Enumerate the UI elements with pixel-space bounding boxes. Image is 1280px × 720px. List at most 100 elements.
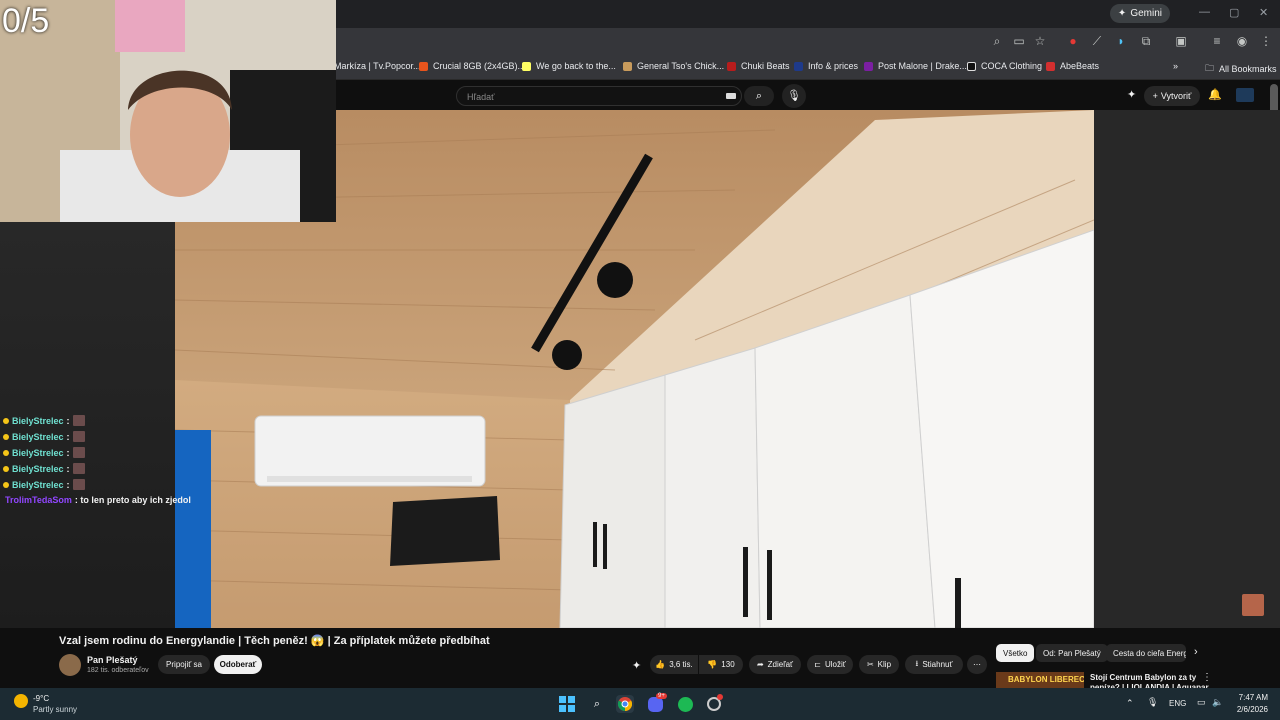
- bookmark-coca[interactable]: COCA Clothing: [967, 61, 1042, 71]
- voice-search-button[interactable]: 🎙: [782, 84, 806, 108]
- clip-button[interactable]: ✂ Klip: [859, 655, 899, 674]
- recommended-thumbnail[interactable]: BABYLON LIBEREC: [996, 672, 1084, 688]
- subscribe-button[interactable]: Odoberať: [214, 655, 262, 674]
- like-button[interactable]: 👍 3,6 tis.: [650, 655, 698, 674]
- search-input[interactable]: Hľadať: [456, 86, 742, 106]
- channel-avatar[interactable]: [59, 654, 81, 676]
- zoom-icon[interactable]: ⌕: [990, 34, 1004, 48]
- avatar[interactable]: [1236, 88, 1254, 102]
- bookmark-general-tso[interactable]: General Tso's Chick...: [623, 61, 724, 71]
- maximize-icon[interactable]: ▢: [1229, 6, 1239, 19]
- download-button[interactable]: ⭳ Stiahnuť: [905, 655, 963, 674]
- media-icon[interactable]: ≡: [1210, 34, 1224, 48]
- chrome-logo-icon: [618, 697, 632, 711]
- star-icon[interactable]: ☆: [1033, 34, 1047, 48]
- tray-chevron-icon[interactable]: ⌃: [1126, 698, 1134, 709]
- mic-tray-icon[interactable]: 🎙: [1147, 697, 1158, 708]
- bookmark-crucial[interactable]: Crucial 8GB (2x4GB)...: [419, 61, 525, 71]
- weather-temp[interactable]: -9°C: [33, 694, 49, 703]
- recipe-icon: [623, 61, 632, 71]
- chat-message: BielyStrelec :: [3, 479, 85, 490]
- bookmarks-overflow-icon[interactable]: »: [1173, 61, 1178, 71]
- chat-message: TrolimTedaSom : to len preto aby ich zje…: [5, 495, 191, 505]
- chat-user: BielyStrelec: [12, 431, 64, 442]
- search-taskbar-icon[interactable]: ⌕: [588, 695, 606, 713]
- menu-icon[interactable]: ⋮: [1259, 34, 1273, 48]
- recommended-menu-icon[interactable]: ⋮: [1202, 672, 1212, 683]
- join-button[interactable]: Pripojiť sa: [158, 655, 210, 674]
- chip-all[interactable]: Všetko: [996, 644, 1035, 662]
- profile-icon[interactable]: ◉: [1235, 34, 1249, 48]
- b-icon: [794, 61, 803, 71]
- ticket-icon: [864, 61, 873, 71]
- chip-related[interactable]: Cesta do cieľa Energ: [1106, 644, 1186, 662]
- windows-start-icon[interactable]: [558, 695, 576, 713]
- crucial-icon: [419, 61, 428, 71]
- plus-icon: +: [1152, 91, 1158, 101]
- recommended-title[interactable]: Stojí Centrum Babylon za ty: [1090, 673, 1196, 682]
- clock-date[interactable]: 2/6/2026: [1230, 705, 1268, 714]
- webcam-overlay: [0, 0, 336, 222]
- thumbs-up-icon: 👍: [655, 660, 666, 669]
- video-backdrop-right: [1094, 110, 1280, 628]
- minimize-icon[interactable]: —: [1199, 6, 1210, 18]
- download-icon: ⭳: [915, 658, 919, 668]
- chat-user: BielyStrelec: [12, 447, 64, 458]
- save-button[interactable]: ⊏ Uložiť: [807, 655, 853, 674]
- clock-time[interactable]: 7:47 AM: [1236, 693, 1268, 702]
- emote-icon: [72, 415, 85, 426]
- notification-dot: [717, 694, 723, 700]
- extension-icon[interactable]: ⟋: [1090, 34, 1104, 48]
- extension-red-icon[interactable]: ●: [1066, 34, 1080, 48]
- create-button[interactable]: + Vytvoriť: [1144, 86, 1200, 106]
- extension-blue-icon[interactable]: ◗: [1114, 34, 1128, 48]
- emote-icon: [72, 447, 85, 458]
- chat-user: BielyStrelec: [12, 415, 64, 426]
- ask-ai-icon[interactable]: ✦: [632, 659, 641, 672]
- video-title: Vzal jsem rodinu do Energylandie | Těch …: [59, 635, 490, 647]
- monitor-icon[interactable]: ▭: [1197, 697, 1206, 708]
- chat-text: :: [66, 463, 70, 474]
- chat-text: :: [66, 415, 70, 426]
- chevron-right-icon[interactable]: ›: [1194, 646, 1198, 658]
- puzzle-icon[interactable]: ⧉: [1139, 34, 1153, 48]
- spotify-icon[interactable]: [676, 695, 694, 713]
- bookmark-genius[interactable]: We go back to the...: [522, 61, 616, 71]
- bookmark-abebeats[interactable]: AbeBeats: [1046, 61, 1099, 71]
- chip-from-channel[interactable]: Od: Pan Plešatý: [1036, 644, 1108, 662]
- badge-icon: [3, 465, 9, 472]
- gemini-button[interactable]: ✦ Gemini: [1109, 4, 1170, 23]
- search-button[interactable]: ⌕: [744, 86, 774, 106]
- share-button[interactable]: ➦ Zdieľať: [749, 655, 801, 674]
- goal-counter: 0/5: [2, 2, 50, 40]
- gemini-label: Gemini: [1130, 8, 1162, 19]
- all-bookmarks[interactable]: 🗀 All Bookmarks: [1205, 61, 1277, 77]
- bookmark-markiza[interactable]: Markíza | Tv.Popcor...: [334, 61, 421, 71]
- channel-name[interactable]: Pan Plešatý: [87, 655, 138, 665]
- bookmark-chuki[interactable]: Chuki Beats: [727, 61, 790, 71]
- close-icon[interactable]: ✕: [1259, 6, 1268, 19]
- sparkle-ai-icon[interactable]: ✦: [1127, 88, 1136, 101]
- chat-text: :: [66, 431, 70, 442]
- weather-desc[interactable]: Partly sunny: [33, 705, 77, 714]
- emote-icon: [72, 431, 85, 442]
- chat-text: : to len preto aby ich zjedol: [74, 495, 191, 505]
- folder-icon: 🗀: [1205, 63, 1215, 73]
- bookmark-post-malone[interactable]: Post Malone | Drake...: [864, 61, 967, 71]
- chuki-icon: [727, 61, 736, 71]
- volume-icon[interactable]: 🔈: [1212, 697, 1223, 708]
- chrome-icon[interactable]: [616, 695, 634, 713]
- emote-icon: [72, 463, 85, 474]
- more-actions-button[interactable]: ⋯: [967, 655, 987, 674]
- dislike-button[interactable]: 👎 130: [699, 655, 743, 674]
- language-indicator[interactable]: ENG: [1169, 699, 1186, 708]
- bookmark-info[interactable]: Info & prices: [794, 61, 858, 71]
- chat-user: BielyStrelec: [12, 463, 64, 474]
- chat-text: :: [66, 447, 70, 458]
- keyboard-icon[interactable]: [726, 93, 736, 99]
- more-icon: ⋯: [973, 660, 981, 669]
- cast-icon[interactable]: ▭: [1012, 34, 1026, 48]
- sidepanel-icon[interactable]: ▣: [1174, 34, 1188, 48]
- bell-icon[interactable]: 🔔: [1208, 88, 1222, 101]
- weather-icon[interactable]: [14, 694, 28, 708]
